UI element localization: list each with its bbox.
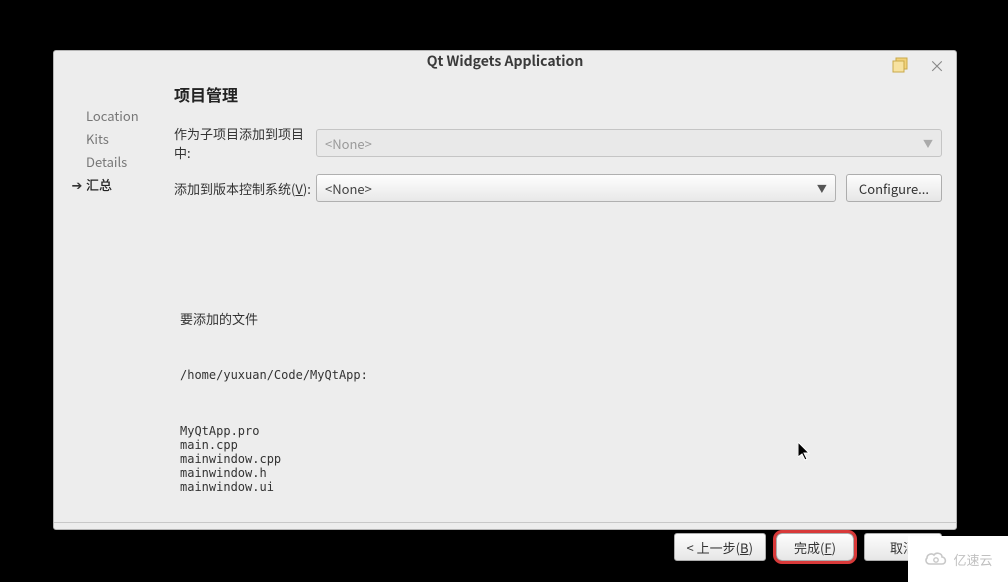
wizard-dialog: Qt Widgets Application × ➔ Location ➔ Ki… [53,50,957,530]
subproject-value: <None> [325,134,372,153]
main-panel: 项目管理 作为子项目添加到项目中: <None> ▼ 添加到版本控制系统(V):… [168,80,942,522]
vcs-row: 添加到版本控制系统(V): <None> ▼ Configure... [174,174,942,202]
watermark: 亿速云 [908,536,1008,582]
vcs-select[interactable]: <None> ▼ [316,174,836,202]
files-list: MyQtApp.pro main.cpp mainwindow.cpp main… [180,424,942,494]
titlebar: Qt Widgets Application × [54,51,956,72]
chevron-down-icon: ▼ [817,181,827,196]
files-heading: 要添加的文件 [180,312,942,326]
vcs-label: 添加到版本控制系统(V): [174,179,316,198]
arrow-icon: ➔ [68,175,86,194]
window-icon [892,56,912,76]
step-location: ➔ Location [68,104,168,127]
subproject-row: 作为子项目添加到项目中: <None> ▼ [174,124,942,162]
configure-button[interactable]: Configure... [846,174,942,202]
subproject-select: <None> ▼ [316,129,942,157]
finish-button[interactable]: 完成(F) [776,533,854,561]
page-title: 项目管理 [174,82,942,106]
wizard-steps: ➔ Location ➔ Kits ➔ Details ➔ 汇总 [68,80,168,522]
back-button[interactable]: < 上一步(B) [674,533,766,561]
step-label: Details [86,152,127,171]
chevron-down-icon: ▼ [923,136,933,151]
step-label: Kits [86,129,109,148]
step-label: 汇总 [86,175,112,194]
files-path: /home/yuxuan/Code/MyQtApp: [180,368,942,382]
step-details: ➔ Details [68,150,168,173]
step-summary: ➔ 汇总 [68,173,168,196]
window-title: Qt Widgets Application [427,51,584,71]
cloud-icon [923,550,949,568]
close-icon[interactable]: × [928,57,946,75]
vcs-value: <None> [325,179,372,198]
step-kits: ➔ Kits [68,127,168,150]
subproject-label: 作为子项目添加到项目中: [174,124,316,162]
dialog-footer: < 上一步(B) 完成(F) 取消 [54,522,956,575]
step-label: Location [86,106,139,125]
files-summary: 要添加的文件 /home/yuxuan/Code/MyQtApp: MyQtAp… [174,284,942,522]
